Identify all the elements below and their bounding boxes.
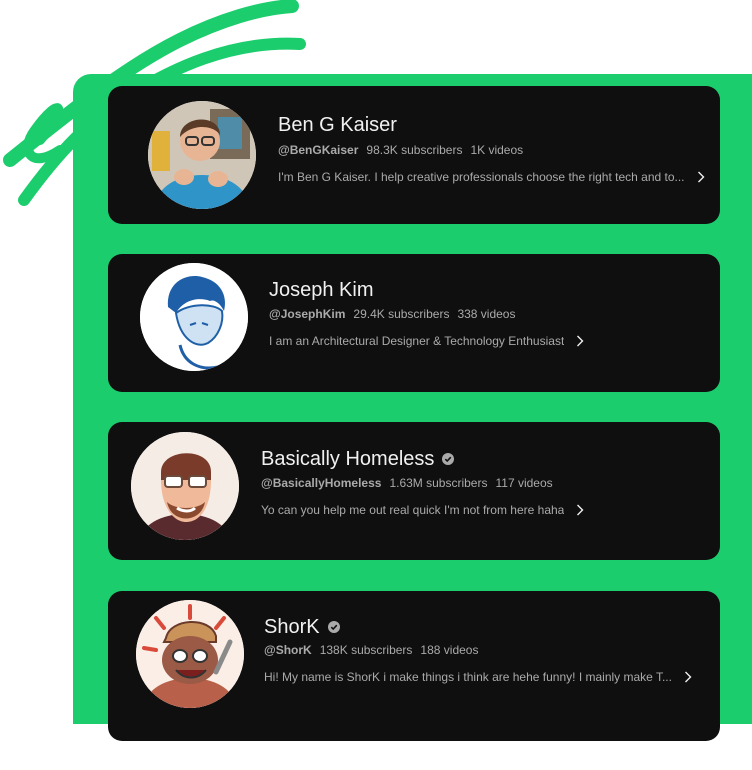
verified-badge-icon — [327, 621, 340, 633]
avatar[interactable] — [136, 600, 244, 708]
channel-handle: @BenGKaiser — [278, 143, 359, 157]
channel-description[interactable]: Hi! My name is ShorK i make things i thi… — [264, 669, 698, 685]
subscriber-count: 29.4K subscribers — [353, 307, 450, 321]
channel-handle: @JosephKim — [269, 307, 346, 321]
subscriber-count: 138K subscribers — [319, 643, 413, 657]
channel-handle: @ShorK — [264, 643, 312, 657]
channel-description[interactable]: Yo can you help me out real quick I'm no… — [261, 502, 691, 518]
channel-name-text[interactable]: Basically Homeless — [261, 447, 434, 471]
channel-meta: @JosephKim 29.4K subscribers 338 videos — [269, 306, 515, 322]
chevron-right-icon[interactable] — [576, 335, 584, 347]
description-text: Hi! My name is ShorK i make things i thi… — [264, 670, 672, 684]
channel-card[interactable]: ShorK @ShorK 138K subscribers 188 videos H… — [108, 591, 720, 741]
channel-card[interactable]: Ben G Kaiser @BenGKaiser 98.3K subscriber… — [108, 86, 720, 224]
video-count: 188 videos — [420, 643, 479, 657]
channel-meta: @BasicallyHomeless 1.63M subscribers 117 v… — [261, 475, 553, 491]
channel-meta: @BenGKaiser 98.3K subscribers 1K videos — [278, 142, 523, 158]
avatar[interactable] — [148, 101, 256, 209]
channel-meta: @ShorK 138K subscribers 188 videos — [264, 642, 478, 658]
channel-name[interactable]: ShorK — [264, 615, 340, 639]
channel-name[interactable]: Basically Homeless — [261, 447, 455, 471]
channel-name-text[interactable]: Ben G Kaiser — [278, 113, 397, 137]
channel-name[interactable]: Ben G Kaiser — [278, 113, 397, 137]
channel-handle: @BasicallyHomeless — [261, 476, 382, 490]
channel-name-text[interactable]: ShorK — [264, 615, 320, 639]
chevron-right-icon[interactable] — [684, 671, 692, 683]
subscriber-count: 98.3K subscribers — [366, 143, 463, 157]
description-text: I am an Architectural Designer & Technol… — [269, 334, 565, 348]
subscriber-count: 1.63M subscribers — [389, 476, 488, 490]
channel-card[interactable]: Joseph Kim @JosephKim 29.4K subscribers 33… — [108, 254, 720, 392]
channel-name[interactable]: Joseph Kim — [269, 278, 374, 302]
video-count: 338 videos — [457, 307, 516, 321]
description-text: Yo can you help me out real quick I'm no… — [261, 503, 565, 517]
channel-name-text[interactable]: Joseph Kim — [269, 278, 374, 302]
chevron-right-icon[interactable] — [576, 504, 584, 516]
channel-description[interactable]: I am an Architectural Designer & Technol… — [269, 333, 689, 349]
verified-badge-icon — [442, 453, 455, 465]
channel-description[interactable]: I'm Ben G Kaiser. I help creative profes… — [278, 169, 706, 185]
video-count: 117 videos — [495, 476, 553, 490]
video-count: 1K videos — [470, 143, 524, 157]
channel-card[interactable]: Basically Homeless @BasicallyHomeless 1.6… — [108, 422, 720, 560]
chevron-right-icon[interactable] — [697, 171, 705, 183]
avatar[interactable] — [140, 263, 248, 371]
description-text: I'm Ben G Kaiser. I help creative profes… — [278, 170, 685, 184]
avatar[interactable] — [131, 432, 239, 540]
